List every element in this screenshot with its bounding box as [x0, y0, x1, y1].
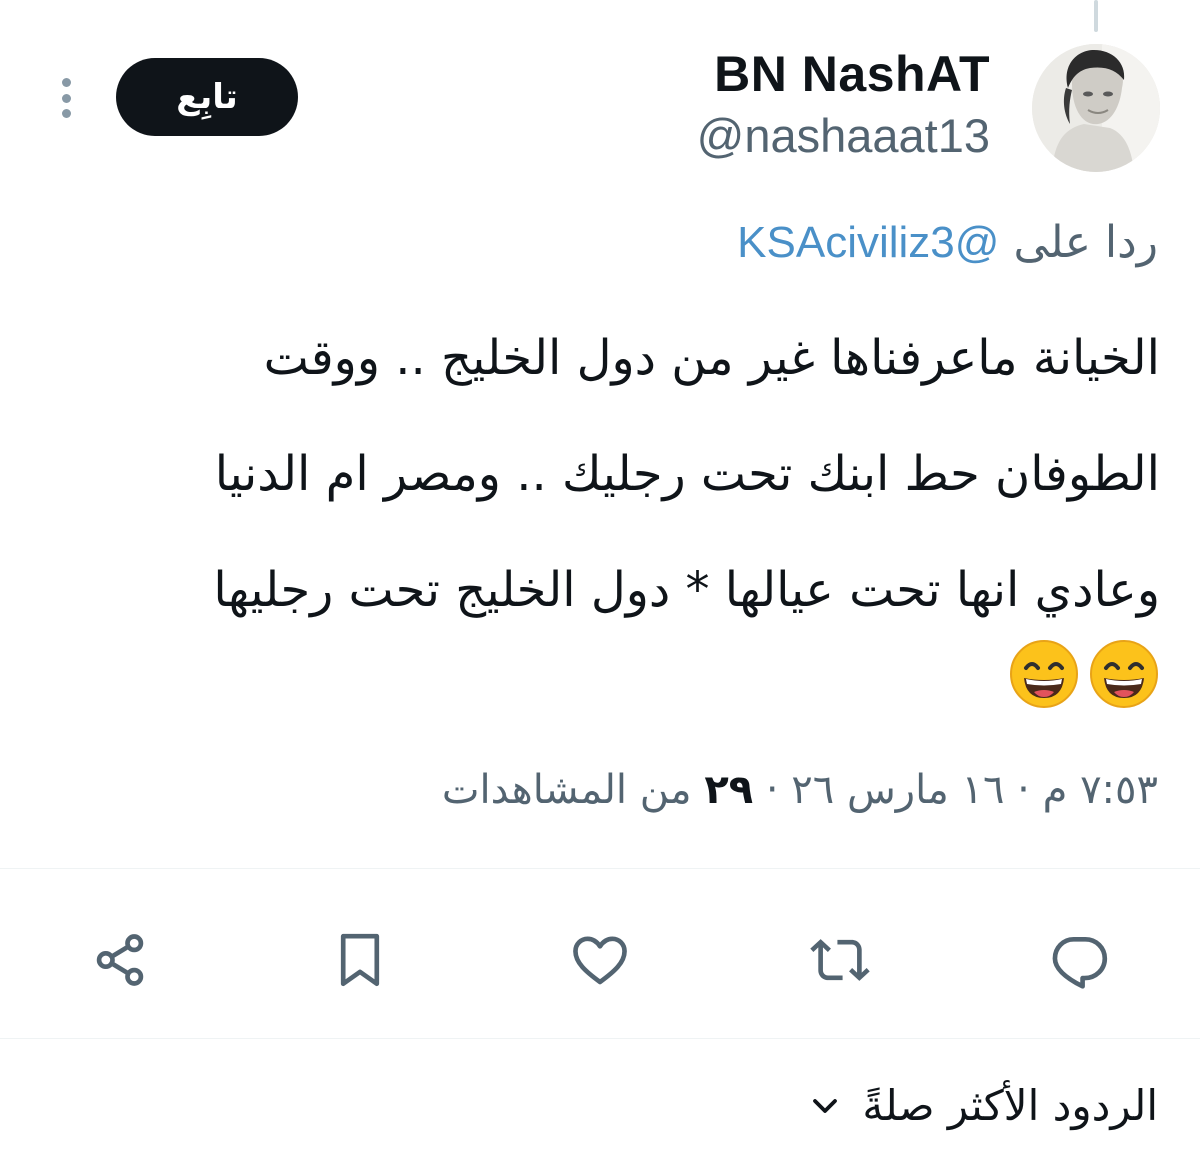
replying-to-label: ردا على [1013, 217, 1158, 268]
bookmark-button[interactable] [320, 920, 400, 1000]
tweet-date[interactable]: ١٦ مارس ٢٦ [791, 767, 1004, 813]
more-vertical-icon[interactable] [50, 74, 82, 122]
reply-mention-link[interactable]: @KSAciviliz3 [737, 218, 999, 267]
more-dot [61, 109, 71, 118]
reply-button[interactable] [1040, 920, 1120, 1000]
author-handle[interactable]: @nashaaat13 [697, 106, 990, 166]
more-dot [61, 93, 71, 103]
more-dot [61, 78, 71, 87]
action-bar [0, 920, 1200, 1000]
replies-sort-label: الردود الأكثر صلةً [862, 1081, 1158, 1130]
retweet-icon [810, 939, 870, 981]
like-button[interactable] [560, 920, 640, 1000]
share-icon [96, 934, 144, 986]
tweet-text-line: الخيانة ماعرفناها غير من دول الخليج .. و… [263, 330, 1160, 386]
bookmark-icon [340, 933, 380, 987]
author-display-name[interactable]: BN NashAT [697, 44, 990, 104]
chevron-down-icon [813, 1099, 838, 1113]
meta-separator: · [765, 767, 779, 813]
heart-icon [573, 936, 627, 985]
follow-button[interactable]: تابِع [116, 58, 298, 136]
grinning-face-emoji-icon [1010, 640, 1078, 708]
replying-to: ردا على @KSAciviliz3 [737, 212, 1158, 274]
tweet-text: الخيانة ماعرفناها غير من دول الخليج .. و… [56, 300, 1160, 710]
views-count[interactable]: ٢٩ [704, 767, 753, 813]
retweet-button[interactable] [800, 920, 880, 1000]
reply-icon [1052, 937, 1108, 989]
share-button[interactable] [80, 920, 160, 1000]
tweet-page: BN NashAT @nashaaat13 تابِع ردا على @KSA… [0, 0, 1200, 1169]
avatar[interactable] [1032, 44, 1160, 172]
tweet-text-line: وعادي انها تحت عيالها * دول الخليج تحت ر… [213, 562, 1160, 618]
grinning-face-emoji-icon [1090, 640, 1158, 708]
meta-separator: · [1017, 767, 1030, 813]
thread-connector-line [1094, 0, 1098, 32]
author-block: BN NashAT @nashaaat13 [697, 44, 990, 166]
divider [0, 868, 1200, 869]
tweet-time[interactable]: ٧:٥٣ م [1043, 767, 1158, 813]
replies-sort-dropdown[interactable]: الردود الأكثر صلةً [810, 1076, 1158, 1136]
tweet-text-line: الطوفان حط ابنك تحت رجليك .. ومصر ام الد… [214, 446, 1160, 502]
views-label: من المشاهدات [441, 767, 692, 813]
tweet-meta: ٧:٥٣ م · ١٦ مارس ٢٦ · ٢٩ من المشاهدات [442, 760, 1158, 820]
emoji-row [56, 638, 1160, 710]
avatar-image [1032, 44, 1160, 172]
divider [0, 1038, 1200, 1039]
